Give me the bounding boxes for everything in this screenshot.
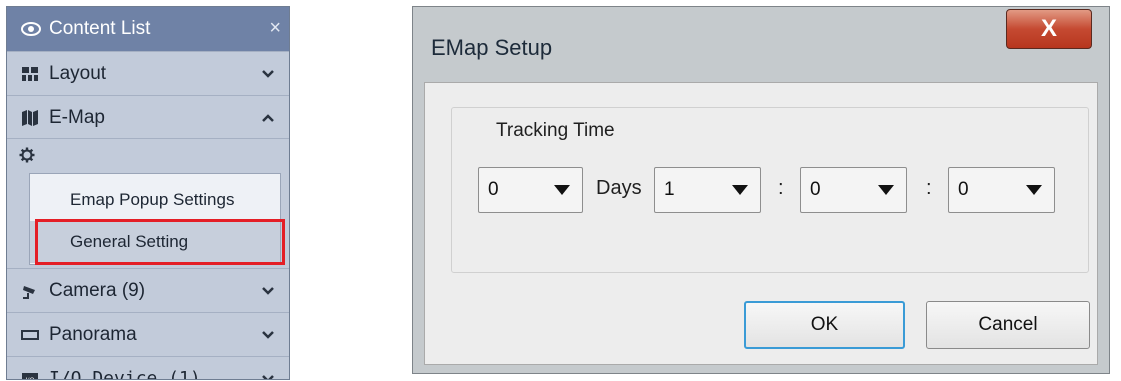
minutes-value: 0 <box>810 179 821 200</box>
accordion-item-label: Panorama <box>49 324 137 345</box>
time-separator: : <box>926 177 932 199</box>
dialog-title: EMap Setup <box>431 35 553 60</box>
layout-icon <box>22 67 38 81</box>
chevron-up-icon[interactable] <box>261 111 275 125</box>
hours-select[interactable]: 1 <box>654 167 761 213</box>
highlight-box <box>35 219 285 265</box>
accordion-item-layout[interactable]: Layout <box>7 51 289 95</box>
accordion-item-label: I/O Device (1) <box>49 368 201 380</box>
close-icon[interactable]: × <box>269 17 281 40</box>
accordion-item-panorama[interactable]: Panorama <box>7 312 289 356</box>
menu-item-emap-popup-settings[interactable]: Emap Popup Settings <box>30 179 280 221</box>
panorama-icon <box>21 330 39 340</box>
dropdown-arrow-icon <box>554 185 570 195</box>
close-button[interactable]: X <box>1006 9 1092 49</box>
accordion-item-emap[interactable]: E-Map <box>7 95 289 139</box>
dropdown-arrow-icon <box>1026 185 1042 195</box>
chevron-down-icon[interactable] <box>261 67 275 81</box>
camera-icon <box>23 286 35 299</box>
days-label: Days <box>596 177 642 199</box>
accordion-item-camera[interactable]: Camera (9) <box>7 268 289 312</box>
menu-item-label: Emap Popup Settings <box>70 190 235 209</box>
chevron-down-icon[interactable] <box>261 372 275 380</box>
time-separator: : <box>778 177 784 199</box>
minutes-select[interactable]: 0 <box>800 167 907 213</box>
accordion-item-label: E-Map <box>49 107 105 128</box>
content-list-header: Content List × <box>7 7 289 51</box>
days-value: 0 <box>488 179 499 200</box>
seconds-select[interactable]: 0 <box>948 167 1055 213</box>
seconds-value: 0 <box>958 179 969 200</box>
svg-text:I/O: I/O <box>25 376 34 380</box>
cancel-button[interactable]: Cancel <box>926 301 1090 349</box>
content-list-title: Content List <box>49 18 151 39</box>
dialog-client-area: Tracking Time 0 Days 1 : 0 : 0 OK Cancel <box>424 82 1098 365</box>
days-select[interactable]: 0 <box>478 167 583 213</box>
eye-icon <box>21 22 41 36</box>
ok-button[interactable]: OK <box>744 301 905 349</box>
dropdown-arrow-icon <box>732 185 748 195</box>
io-device-icon: I/O <box>22 373 38 380</box>
map-icon <box>22 110 38 126</box>
chevron-down-icon[interactable] <box>261 284 275 298</box>
accordion-item-io-device[interactable]: I/O I/O Device (1) <box>7 356 289 380</box>
accordion-item-label: Camera (9) <box>49 280 146 301</box>
gear-icon[interactable] <box>19 147 35 163</box>
group-title: Tracking Time <box>492 120 619 142</box>
chevron-down-icon[interactable] <box>261 328 275 342</box>
accordion-item-label: Layout <box>49 63 107 84</box>
emap-setup-dialog: EMap Setup X Tracking Time 0 Days 1 : 0 <box>412 6 1110 374</box>
dropdown-arrow-icon <box>878 185 894 195</box>
content-list-panel: Content List × Layout E-Map Camera (9) P… <box>6 6 290 380</box>
hours-value: 1 <box>664 179 675 200</box>
